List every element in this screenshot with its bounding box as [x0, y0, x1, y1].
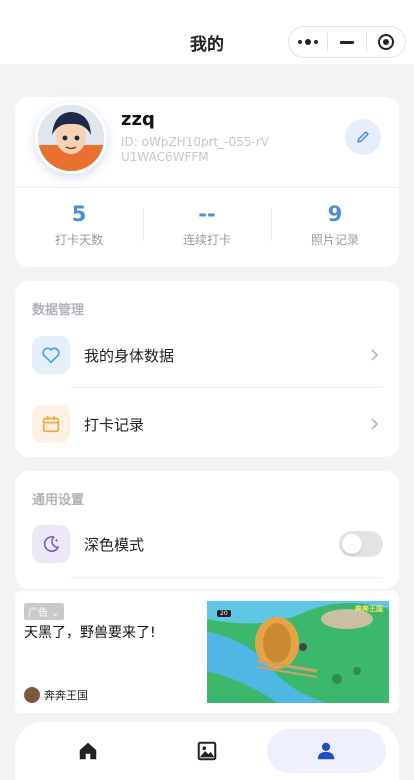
home-icon	[79, 742, 96, 760]
stat-label: 连续打卡	[182, 233, 231, 247]
more-menu-button[interactable]	[289, 27, 327, 57]
ad-brand: 奔奔王国	[24, 687, 88, 703]
stat-checkin-days: 5 打卡天数	[15, 201, 143, 248]
stat-value: --	[198, 202, 216, 226]
tab-home[interactable]	[28, 729, 147, 773]
bottom-tab-bar	[15, 722, 399, 780]
stat-photos: 9 照片记录	[271, 201, 399, 248]
row-label: 深色模式	[84, 536, 145, 554]
row-label: 我的身体数据	[84, 347, 175, 365]
moon-icon	[43, 536, 59, 552]
tab-profile[interactable]	[266, 729, 386, 773]
ad-game-illustration	[207, 601, 389, 703]
user-name: zzq	[121, 109, 155, 130]
calendar-icon	[42, 416, 60, 433]
ad-tag-label: 广告	[28, 608, 48, 619]
section-title: 通用设置	[32, 493, 85, 508]
stats-row: 5 打卡天数 -- 连续打卡 9 照片记录	[15, 201, 399, 248]
ad-image-title: 奔奔王国	[355, 605, 383, 613]
chevron-right-icon	[371, 349, 379, 361]
stat-label: 打卡天数	[54, 233, 103, 247]
target-icon	[378, 34, 394, 50]
row-divider	[71, 577, 383, 578]
general-settings-card: 通用设置 深色模式	[15, 471, 399, 589]
stat-value: 9	[327, 202, 343, 226]
dark-mode-toggle[interactable]	[339, 531, 383, 557]
ad-tag[interactable]: 广告 ⌄	[24, 603, 64, 620]
chevron-down-icon: ⌄	[48, 608, 60, 619]
ad-banner[interactable]: 广告 ⌄ 天黑了，野兽要来了! 奔奔王国 20 奔奔王国	[15, 591, 399, 713]
user-id: ID: oWpZH10prt_-055-rVU1WAC6WFFM	[121, 135, 269, 164]
data-management-card: 数据管理 我的身体数据 打卡记录	[15, 281, 399, 457]
chevron-right-icon	[371, 418, 379, 430]
profile-card: zzq ID: oWpZH10prt_-055-rVU1WAC6WFFM 5 打…	[15, 97, 399, 267]
more-dots-icon	[298, 39, 318, 45]
list-item-dark-mode: 深色模式	[15, 515, 399, 575]
brand-logo-icon	[24, 687, 40, 703]
divider	[15, 187, 399, 188]
minimize-icon	[340, 40, 354, 44]
section-title: 数据管理	[32, 303, 85, 318]
ad-headline: 天黑了，野兽要来了!	[24, 625, 156, 641]
row-label: 打卡记录	[84, 416, 145, 434]
user-icon	[318, 742, 335, 760]
avatar[interactable]	[35, 102, 107, 174]
ad-brand-name: 奔奔王国	[44, 689, 88, 702]
avatar-image	[38, 105, 104, 171]
heart-icon	[42, 347, 60, 364]
list-item-checkin-records[interactable]: 打卡记录	[15, 395, 399, 455]
nav-header: 我的	[0, 0, 414, 64]
mini-program-capsule	[288, 26, 406, 58]
ad-image-score: 20	[217, 610, 231, 617]
tab-photos[interactable]	[147, 729, 266, 773]
stat-value: 5	[71, 202, 87, 226]
stat-streak: -- 连续打卡	[143, 201, 271, 248]
body-data-icon-tile	[32, 336, 70, 374]
stat-label: 照片记录	[310, 233, 359, 247]
minimize-button[interactable]	[328, 27, 366, 57]
row-divider	[71, 387, 383, 388]
image-icon	[197, 741, 217, 761]
pencil-icon	[357, 131, 369, 143]
checkin-icon-tile	[32, 405, 70, 443]
close-mini-program-button[interactable]	[367, 27, 405, 57]
dark-mode-icon-tile	[32, 525, 70, 563]
ad-image[interactable]: 20 奔奔王国	[207, 601, 389, 703]
list-item-body-data[interactable]: 我的身体数据	[15, 326, 399, 386]
edit-profile-button[interactable]	[345, 119, 381, 155]
